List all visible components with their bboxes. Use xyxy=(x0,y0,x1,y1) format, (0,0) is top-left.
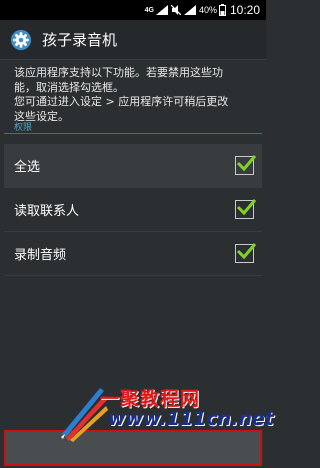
read-contacts-checkbox[interactable] xyxy=(235,199,257,219)
description-line: 能，取消选择勾选框。 xyxy=(14,80,124,94)
watermark: 一聚教程网 www.111cn.net xyxy=(60,382,274,452)
app-bar: 孩子录音机 xyxy=(0,20,266,60)
select-all-checkbox[interactable] xyxy=(235,155,257,175)
description-line: 该应用程序支持以下功能。若要禁用这些功 xyxy=(14,66,223,79)
permission-label: 全选 xyxy=(14,160,41,175)
checkmark-icon xyxy=(236,243,257,260)
permission-label: 读取联系人 xyxy=(14,204,80,219)
mute-icon xyxy=(170,5,181,15)
signal-icon xyxy=(155,5,168,15)
permission-row-select-all[interactable]: 全选 xyxy=(4,144,262,188)
checkmark-icon xyxy=(236,199,257,216)
description-line: 您可通过进入设定 > 应用程序许可稍后更改 xyxy=(14,95,229,108)
page-title: 孩子录音机 xyxy=(42,31,118,49)
permissions-header: 权限 xyxy=(14,123,33,133)
status-clock: 10:20 xyxy=(229,3,260,17)
permission-label: 录制音频 xyxy=(14,248,67,263)
status-bar: 4G 40% 10:20 xyxy=(0,0,266,20)
description-line: 这些设定。 xyxy=(14,109,69,123)
battery-icon xyxy=(218,4,226,16)
permission-description: 该应用程序支持以下功能。若要禁用这些功 能，取消选择勾选框。 您可通过进入设定 … xyxy=(14,66,258,124)
watermark-url: www.111cn.net xyxy=(108,408,274,430)
record-audio-checkbox[interactable] xyxy=(235,243,257,263)
network-type: 4G xyxy=(144,6,154,14)
watermark-brand: 一聚教程网 xyxy=(100,388,201,410)
section-divider xyxy=(4,133,262,134)
wifi-signal-icon xyxy=(183,5,196,15)
gear-icon[interactable] xyxy=(10,29,32,51)
permission-row-record-audio[interactable]: 录制音频 xyxy=(4,232,262,276)
checkmark-icon xyxy=(236,155,257,172)
permission-row-read-contacts[interactable]: 读取联系人 xyxy=(4,188,262,232)
battery-percent: 40% xyxy=(198,5,217,15)
